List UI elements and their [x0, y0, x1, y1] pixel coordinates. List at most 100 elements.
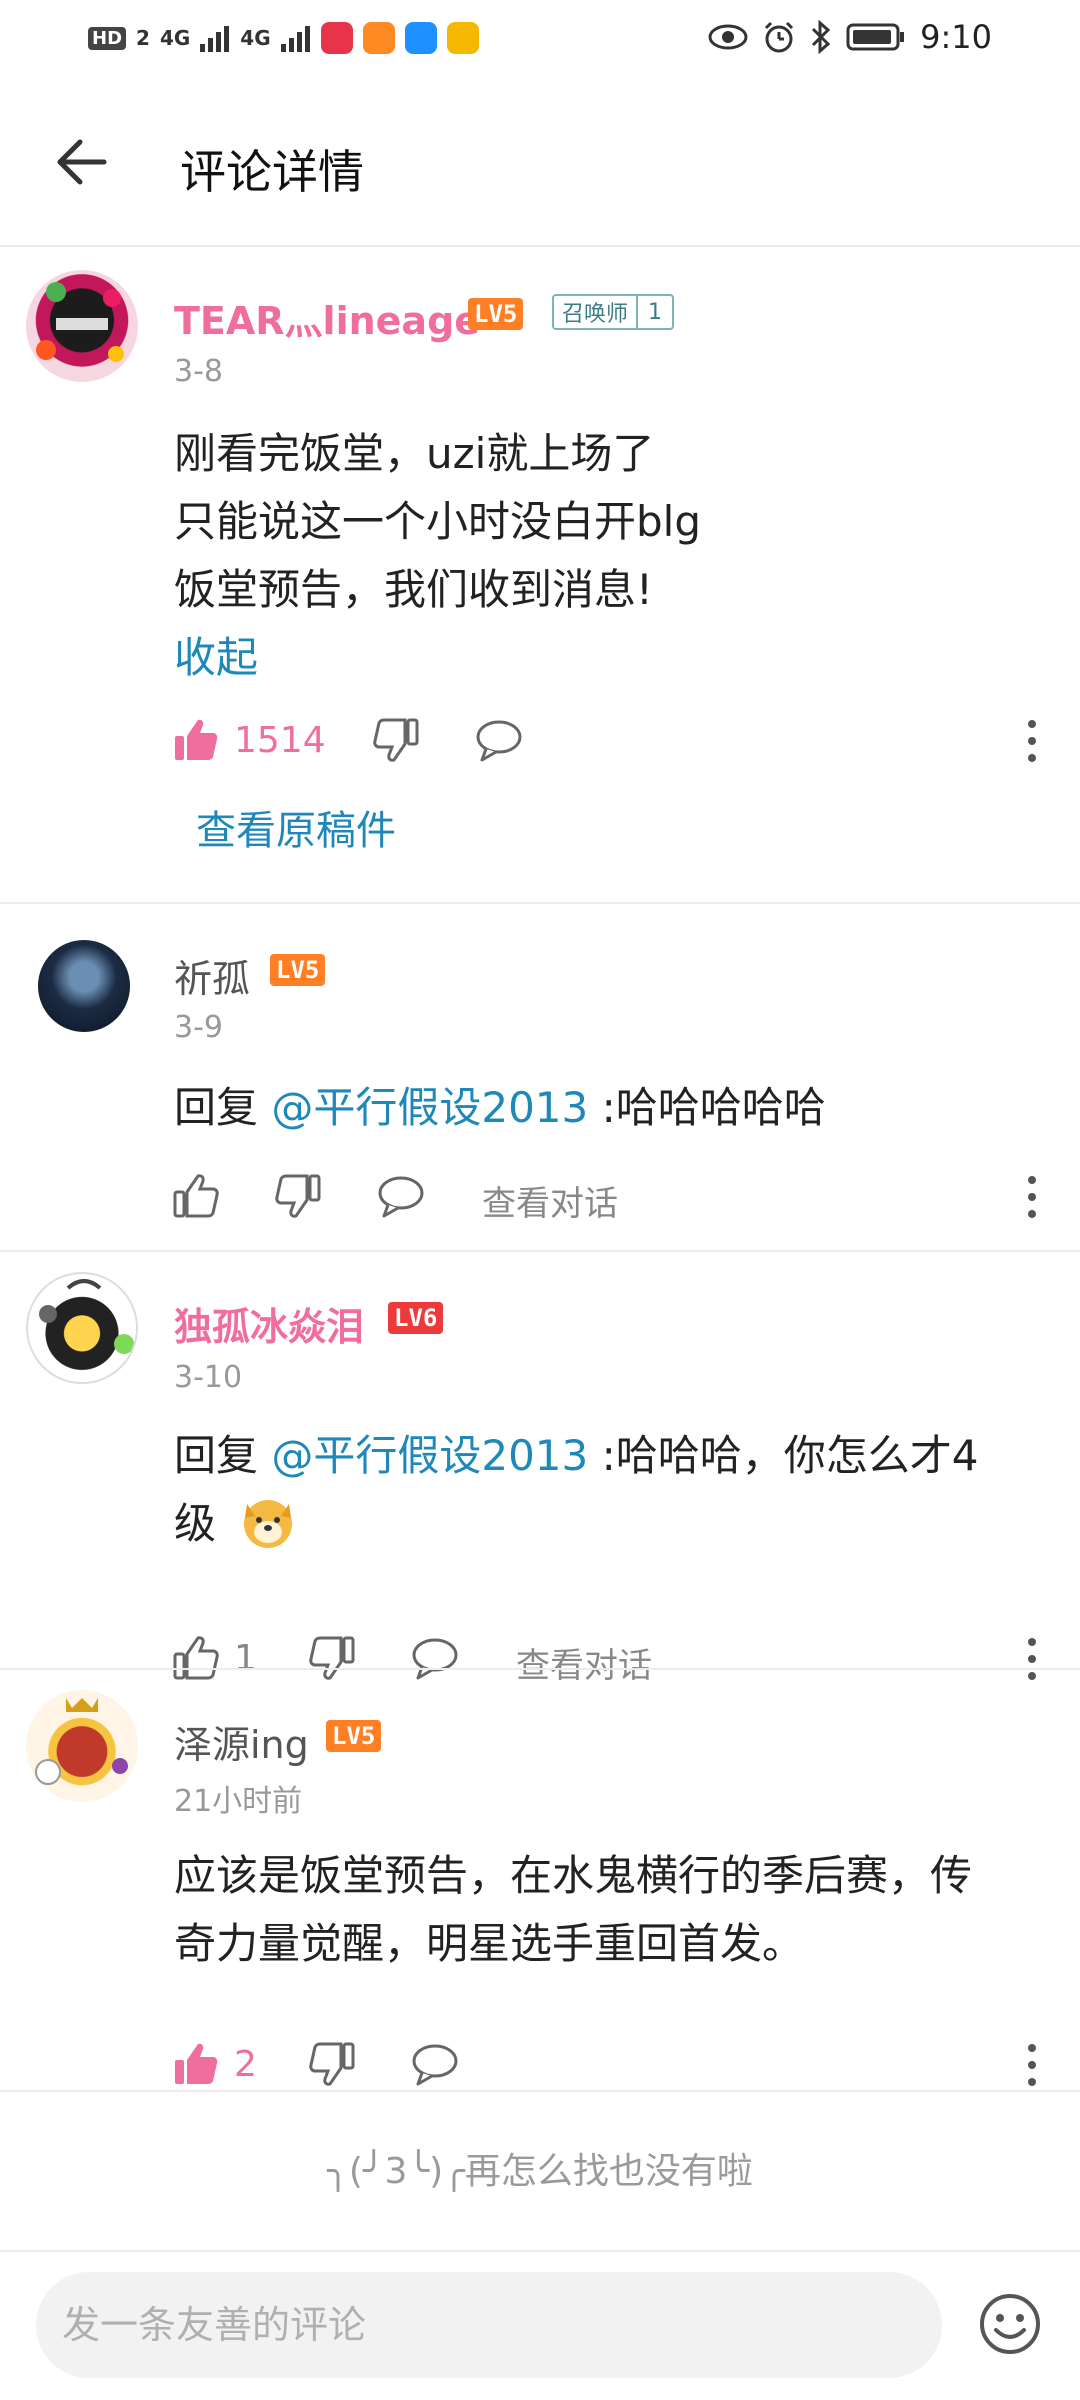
level-badge: LV6 — [388, 1302, 444, 1334]
alarm-icon — [765, 21, 794, 53]
comment-line: 奇力量觉醒，明星选手重回首发。 — [174, 1919, 805, 1968]
more-vertical-icon[interactable] — [1012, 716, 1052, 766]
more-vertical-icon[interactable] — [1012, 1172, 1052, 1222]
view-original-link[interactable]: 查看原稿件 — [196, 798, 396, 856]
doge-emoji-icon — [244, 1500, 293, 1548]
app-notification-icon-yellow — [446, 22, 479, 54]
hd-badge: HD — [88, 26, 127, 50]
status-left-icons: HD 2 4G 4G — [88, 22, 479, 54]
comment-line: 饭堂预告，我们收到消息! — [174, 565, 653, 614]
medal-level: 1 — [636, 296, 672, 328]
reply-button[interactable] — [410, 1628, 460, 1688]
comment-actions: 2 — [172, 2034, 1052, 2094]
more-vertical-icon[interactable] — [1012, 1634, 1052, 1684]
reply-button[interactable] — [474, 710, 524, 770]
comment-input[interactable] — [36, 2272, 942, 2378]
dislike-button[interactable] — [372, 710, 420, 770]
thumbs-down-icon — [373, 718, 419, 762]
level-badge: LV5 — [468, 298, 524, 330]
reply-button[interactable] — [410, 2034, 460, 2094]
reply-text: :哈哈哈，你怎么才4 — [588, 1431, 979, 1480]
app-notification-icon-orange — [362, 22, 395, 54]
more-vertical-icon[interactable] — [1012, 2040, 1052, 2090]
comment-line: 只能说这一个小时没白开blg — [174, 497, 701, 546]
reply-text: :哈哈哈哈哈 — [588, 1083, 826, 1132]
username[interactable]: 泽源ing — [174, 1714, 309, 1769]
reply-bubble-icon — [378, 1176, 424, 1218]
collapse-link[interactable]: 收起 — [174, 624, 1034, 692]
avatar[interactable] — [26, 1272, 138, 1384]
bottom-bar-divider — [0, 2250, 1080, 2252]
status-right-icons: 9:10 — [708, 18, 992, 56]
comment-actions: 1514 — [172, 710, 1052, 770]
mention-link[interactable]: @平行假设2013 — [271, 1431, 588, 1480]
comment-text: 应该是饭堂预告，在水鬼横行的季后赛，传 奇力量觉醒，明星选手重回首发。 — [174, 1842, 1034, 1978]
reply-prefix: 回复 — [174, 1431, 272, 1480]
section-divider — [0, 2090, 1080, 2092]
eye-comfort-icon — [708, 24, 748, 50]
reply-bubble-icon — [476, 720, 522, 762]
reply-prefix: 回复 — [174, 1083, 272, 1132]
section-divider — [0, 1250, 1080, 1252]
section-divider — [0, 1668, 1080, 1670]
mention-link[interactable]: @平行假设2013 — [271, 1083, 588, 1132]
end-of-list-message: ╮(╯3╰)╭再怎么找也没有啦 — [327, 2151, 753, 2192]
battery-icon — [846, 23, 905, 51]
comment-date: 21小时前 — [174, 1784, 303, 1819]
view-thread-link[interactable]: 查看对话 — [516, 1638, 652, 1687]
like-count: 1 — [234, 1637, 257, 1679]
dislike-button[interactable] — [308, 1628, 356, 1688]
emoji-icon[interactable] — [978, 2292, 1042, 2356]
reply-button[interactable] — [376, 1166, 426, 1226]
dislike-button[interactable] — [274, 1166, 322, 1226]
comment-text: 刚看完饭堂，uzi就上场了 只能说这一个小时没白开blg 饭堂预告，我们收到消息… — [174, 420, 1034, 692]
comment-line: 应该是饭堂预告，在水鬼横行的季后赛，传 — [174, 1851, 973, 1900]
clock: 9:10 — [920, 18, 992, 56]
like-button[interactable]: 2 — [172, 2034, 257, 2094]
signal-4g-label-2: 4G — [240, 26, 271, 50]
username[interactable]: TEAR灬lineage — [174, 290, 480, 345]
level-badge: LV5 — [270, 954, 326, 986]
like-button[interactable]: 1 — [172, 1628, 257, 1688]
like-button[interactable]: 1514 — [172, 710, 326, 770]
like-count: 1514 — [234, 719, 326, 761]
comment-actions: 1 查看对话 — [172, 1628, 1052, 1688]
avatar[interactable] — [38, 940, 130, 1032]
app-notification-icon-red — [320, 22, 353, 54]
comment-text: 回复 @平行假设2013 :哈哈哈，你怎么才4 级 — [174, 1422, 1034, 1558]
comment-date: 3-9 — [174, 1010, 223, 1045]
status-bar: HD 2 4G 4G 9:10 — [0, 0, 1080, 80]
back-arrow-icon[interactable] — [52, 132, 112, 192]
dislike-button[interactable] — [308, 2034, 356, 2094]
comment-text: 回复 @平行假设2013 :哈哈哈哈哈 — [174, 1074, 1034, 1142]
medal-name: 召唤师 — [562, 302, 629, 327]
level-badge: LV5 — [326, 1720, 382, 1752]
avatar[interactable] — [26, 270, 138, 382]
signal-bars-icon — [200, 26, 230, 52]
bluetooth-icon — [812, 20, 831, 54]
view-thread-link[interactable]: 查看对话 — [482, 1176, 618, 1225]
thumbs-down-icon — [309, 1636, 355, 1680]
username[interactable]: 独孤冰焱泪 — [174, 1296, 364, 1351]
avatar[interactable] — [26, 1690, 138, 1802]
thumbs-up-icon — [175, 719, 218, 760]
fan-medal[interactable]: 召唤师 1 — [552, 294, 675, 330]
like-button[interactable] — [172, 1166, 220, 1226]
comment-date: 3-8 — [174, 354, 223, 389]
thumbs-up-icon — [173, 1636, 219, 1680]
reply-bubble-icon — [412, 1638, 458, 1680]
thumbs-up-icon — [175, 2043, 218, 2084]
app-notification-icon-blue — [404, 22, 437, 54]
comment-actions: 查看对话 — [172, 1166, 1052, 1226]
sim-slot-label: 2 — [136, 26, 150, 50]
comment-line: 级 — [174, 1490, 1034, 1558]
username[interactable]: 祈孤 — [174, 948, 250, 1003]
signal-4g-label-1: 4G — [159, 26, 191, 50]
thumbs-down-icon — [309, 2042, 355, 2086]
reply-bubble-icon — [412, 2044, 458, 2086]
section-divider — [0, 902, 1080, 904]
thumbs-up-icon — [173, 1174, 219, 1218]
comment-line: 刚看完饭堂，uzi就上场了 — [174, 429, 655, 478]
top-app-bar: 评论详情 — [0, 80, 1080, 245]
reply-text-line2: 级 — [174, 1499, 217, 1548]
